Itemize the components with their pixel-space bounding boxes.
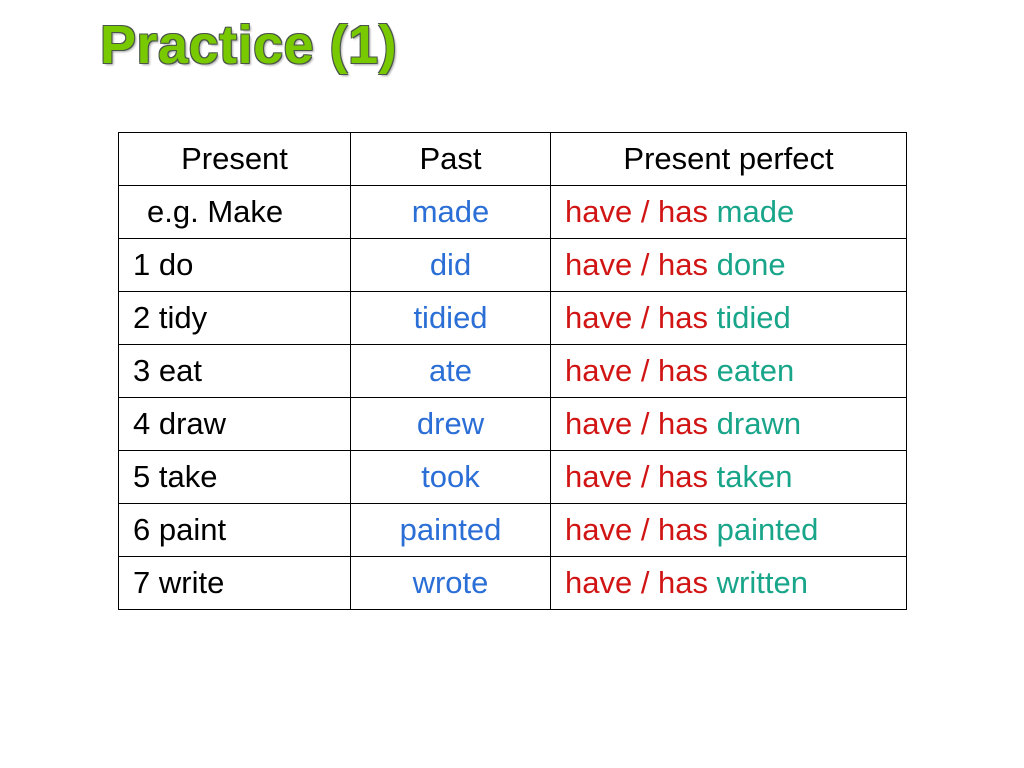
participle-text: made	[717, 194, 795, 229]
header-present-perfect: Present perfect	[551, 133, 907, 186]
participle-text: drawn	[717, 406, 801, 441]
aux-text: have / has	[565, 459, 717, 494]
table-row: 5 take took have / has taken	[119, 451, 907, 504]
cell-present-perfect: have / has written	[551, 557, 907, 610]
aux-text: have / has	[565, 353, 717, 388]
header-past: Past	[351, 133, 551, 186]
aux-text: have / has	[565, 565, 717, 600]
cell-present-perfect: have / has painted	[551, 504, 907, 557]
participle-text: taken	[717, 459, 793, 494]
participle-text: painted	[717, 512, 819, 547]
cell-present-perfect: have / has done	[551, 239, 907, 292]
participle-text: eaten	[717, 353, 795, 388]
table-row: 2 tidy tidied have / has tidied	[119, 292, 907, 345]
table-row: 3 eat ate have / has eaten	[119, 345, 907, 398]
slide: Practice (1) Present Past Present perfec…	[0, 0, 1024, 768]
cell-past: drew	[351, 398, 551, 451]
table-row: 1 do did have / has done	[119, 239, 907, 292]
cell-present: 7 write	[119, 557, 351, 610]
cell-present: 4 draw	[119, 398, 351, 451]
cell-present-perfect: have / has eaten	[551, 345, 907, 398]
table-row: 7 write wrote have / has written	[119, 557, 907, 610]
cell-present-perfect: have / has tidied	[551, 292, 907, 345]
cell-present: 3 eat	[119, 345, 351, 398]
cell-present-perfect: have / has drawn	[551, 398, 907, 451]
table-row: 4 draw drew have / has drawn	[119, 398, 907, 451]
page-title: Practice (1)	[100, 14, 397, 76]
aux-text: have / has	[565, 406, 717, 441]
cell-past: took	[351, 451, 551, 504]
cell-present-perfect: have / has made	[551, 186, 907, 239]
participle-text: written	[717, 565, 808, 600]
cell-present: 1 do	[119, 239, 351, 292]
cell-present: 6 paint	[119, 504, 351, 557]
cell-past: made	[351, 186, 551, 239]
aux-text: have / has	[565, 512, 717, 547]
verb-table: Present Past Present perfect e.g. Make m…	[118, 132, 907, 610]
table-header-row: Present Past Present perfect	[119, 133, 907, 186]
cell-present: e.g. Make	[119, 186, 351, 239]
participle-text: tidied	[717, 300, 791, 335]
table-row: e.g. Make made have / has made	[119, 186, 907, 239]
cell-present: 5 take	[119, 451, 351, 504]
cell-past: painted	[351, 504, 551, 557]
cell-past: ate	[351, 345, 551, 398]
cell-present-perfect: have / has taken	[551, 451, 907, 504]
cell-present: 2 tidy	[119, 292, 351, 345]
header-present: Present	[119, 133, 351, 186]
aux-text: have / has	[565, 247, 717, 282]
participle-text: done	[717, 247, 786, 282]
cell-past: wrote	[351, 557, 551, 610]
cell-past: did	[351, 239, 551, 292]
table-row: 6 paint painted have / has painted	[119, 504, 907, 557]
cell-past: tidied	[351, 292, 551, 345]
aux-text: have / has	[565, 300, 717, 335]
aux-text: have / has	[565, 194, 717, 229]
